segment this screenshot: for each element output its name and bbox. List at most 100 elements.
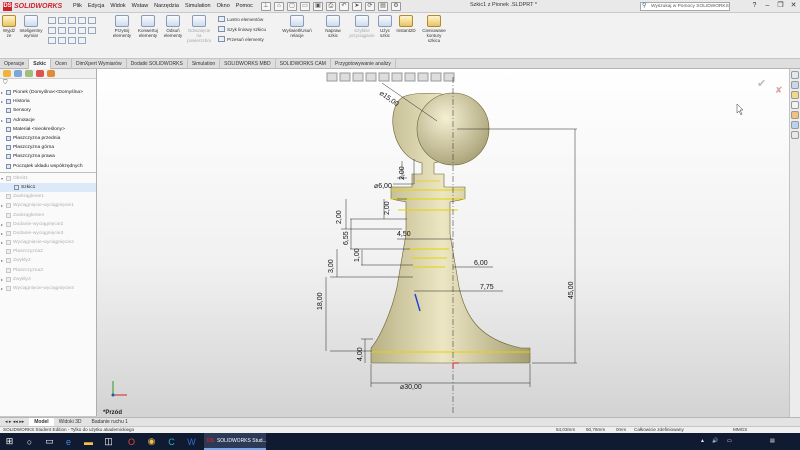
opera-icon[interactable]: O (125, 435, 138, 448)
tab-analysis-prep[interactable]: Przygotowywanie analizy (331, 59, 396, 69)
tree-item[interactable]: ▸ Dodanie-wyciągnięcie3 (0, 229, 96, 238)
options-gear-icon[interactable]: ⚙ (390, 1, 401, 11)
shaded-sketch-contours-button[interactable]: Cieniowane kontury szkicu (420, 15, 448, 43)
sketch-canvas[interactable]: ⌀15,00 ⌀6,00 2,00 2,00 2,00 6,55 4,50 1,… (97, 69, 789, 417)
menu-item-tools[interactable]: Narzędzia (154, 3, 179, 9)
quick-snaps-button[interactable]: Szybkie przyciąganie (348, 15, 376, 38)
zoom-to-fit-icon[interactable] (326, 72, 338, 82)
word-icon[interactable]: W (185, 435, 198, 448)
line-tool-icon[interactable] (48, 17, 56, 24)
edit-appearance-icon[interactable] (417, 72, 429, 82)
expand-arrow-icon[interactable]: ▸ (1, 203, 3, 208)
battery-icon[interactable]: ▭ (727, 438, 732, 444)
offset-entities-button[interactable]: Odsuń elementy (163, 15, 183, 38)
task-view-icon[interactable]: ▭ (43, 435, 56, 448)
print-icon[interactable]: ⎙ (325, 1, 336, 11)
dimxpert-manager-tab-icon[interactable] (36, 70, 44, 77)
configuration-manager-tab-icon[interactable] (25, 70, 33, 77)
menu-item-help[interactable]: Pomoc (236, 3, 253, 9)
point-tool-icon[interactable] (78, 37, 86, 44)
tree-item[interactable]: Sensory (0, 106, 96, 115)
filter-icon[interactable]: ⛉ (0, 79, 96, 88)
expand-arrow-icon[interactable]: ▸ (1, 90, 3, 95)
search-icon[interactable]: ○ (23, 435, 36, 448)
tab-features[interactable]: Operacje (0, 59, 30, 69)
view-orientation-icon[interactable] (378, 72, 390, 82)
dim-1-00[interactable]: 1,00 (354, 248, 361, 262)
dim-neck-diameter[interactable]: ⌀6,00 (374, 183, 392, 190)
app-c-icon[interactable]: C (165, 435, 178, 448)
dim-sphere-diameter[interactable]: ⌀15,00 (378, 90, 400, 108)
slot-tool-icon[interactable] (68, 17, 76, 24)
dim-18-00[interactable]: 18,00 (317, 292, 324, 310)
tree-item[interactable]: ▸ Wyciągnięcie-wyciągnięcie1 (0, 201, 96, 210)
tab-evaluate[interactable]: Ocen (51, 59, 73, 69)
tree-item[interactable]: ▸ Wyciągnięcie-wyciągnięcie2 (0, 238, 96, 247)
help-search-input[interactable]: ⚲ Wyszukaj w Pomocy SOLIDWORKS (640, 2, 730, 11)
tree-item[interactable]: Szkic1 (0, 182, 96, 193)
tree-item[interactable]: ▸ Historia (0, 97, 96, 106)
cancel-x-icon[interactable]: ✘ (775, 85, 783, 95)
solidworks-logo[interactable]: DS SOLIDWORKS (0, 0, 70, 13)
convert-entities-button[interactable]: Konwertuj elementy (135, 15, 161, 38)
display-manager-tab-icon[interactable] (47, 70, 55, 77)
menu-item-view[interactable]: Widok (110, 3, 125, 9)
confirm-check-icon[interactable]: ✔ (757, 78, 766, 90)
dim-6-55[interactable]: 6,55 (343, 231, 350, 245)
graphics-area[interactable]: ⌀15,00 ⌀6,00 2,00 2,00 2,00 6,55 4,50 1,… (97, 69, 789, 417)
dim-7-75[interactable]: 7,75 (480, 284, 494, 291)
menu-item-file[interactable]: Plik (73, 3, 82, 9)
dim-2-00-a[interactable]: 2,00 (399, 166, 406, 180)
dim-3-00[interactable]: 3,00 (328, 259, 335, 273)
dim-2-00-b[interactable]: 2,00 (384, 201, 391, 215)
expand-arrow-icon[interactable]: ▸ (1, 277, 3, 282)
restore-button[interactable]: ❐ (774, 0, 787, 12)
move-entities-button[interactable]: Przesuń elementy (218, 36, 264, 42)
custom-properties-icon[interactable] (791, 121, 799, 129)
home-icon[interactable]: ⌂ (273, 1, 284, 11)
tree-item[interactable]: Płaszczyzna3 (0, 266, 96, 275)
minimize-button[interactable]: – (761, 0, 774, 12)
text-tool-icon[interactable] (68, 37, 76, 44)
volume-icon[interactable]: 🔊 (712, 438, 718, 444)
arc-tool-icon[interactable] (58, 27, 66, 34)
linear-pattern-button[interactable]: Szyk liniowy szkicu (218, 26, 266, 32)
tree-item[interactable]: Początek układu współrzędnych (0, 162, 96, 171)
undo-icon[interactable]: ↶ (338, 1, 349, 11)
feature-manager-tab-icon[interactable] (3, 70, 11, 77)
expand-arrow-icon[interactable]: ▾ (1, 176, 3, 181)
menu-item-edit[interactable]: Edycja (88, 3, 105, 9)
ellipse-tool-icon[interactable] (78, 27, 86, 34)
file-explorer-icon[interactable] (791, 91, 799, 99)
tab-addins[interactable]: Dodatki SOLIDWORKS (127, 59, 188, 69)
zoom-area-icon[interactable] (339, 72, 351, 82)
plane-tool-icon[interactable] (88, 17, 96, 24)
tree-item[interactable]: Zaokrąglenie1 (0, 192, 96, 201)
dim-4-00[interactable]: 4,00 (357, 347, 364, 361)
view-palette-icon[interactable] (791, 101, 799, 109)
exit-sketch-button[interactable]: Wyjdź ze (1, 15, 17, 38)
save-icon[interactable]: ▣ (312, 1, 323, 11)
trim-entities-button[interactable]: Przytnij elementy (110, 15, 134, 38)
tree-item[interactable]: Materiał <nieokreślony> (0, 125, 96, 134)
polygon-tool-icon[interactable] (78, 17, 86, 24)
expand-arrow-icon[interactable]: ▸ (1, 258, 3, 263)
circle-tool-icon[interactable] (48, 27, 56, 34)
display-delete-relations-button[interactable]: Wyświetl/Usuń relacje (282, 15, 312, 38)
new-document-icon[interactable]: ▢ (286, 1, 297, 11)
windows-start-icon[interactable]: ⊞ (3, 435, 16, 448)
repair-sketch-button[interactable]: Napraw szkic (322, 15, 344, 38)
view-settings-icon[interactable] (443, 72, 455, 82)
hide-show-items-icon[interactable] (404, 72, 416, 82)
notifications-icon[interactable]: ▤ (770, 438, 775, 444)
tree-item[interactable]: Płaszczyzna prawa (0, 152, 96, 161)
apply-scene-icon[interactable] (430, 72, 442, 82)
tab-sketch[interactable]: Szkic (29, 59, 52, 69)
tab-mbd[interactable]: SOLIDWORKS MBD (220, 59, 276, 69)
rapid-sketch-button[interactable]: Użyc szkic (377, 15, 393, 38)
edge-browser-icon[interactable]: e (62, 435, 75, 448)
tree-item[interactable]: ▾ Obrót1 (0, 174, 96, 183)
rectangle-tool-icon[interactable] (58, 17, 66, 24)
menu-item-window[interactable]: Okno (217, 3, 230, 9)
instant2d-button[interactable]: Instant2D (395, 15, 417, 33)
